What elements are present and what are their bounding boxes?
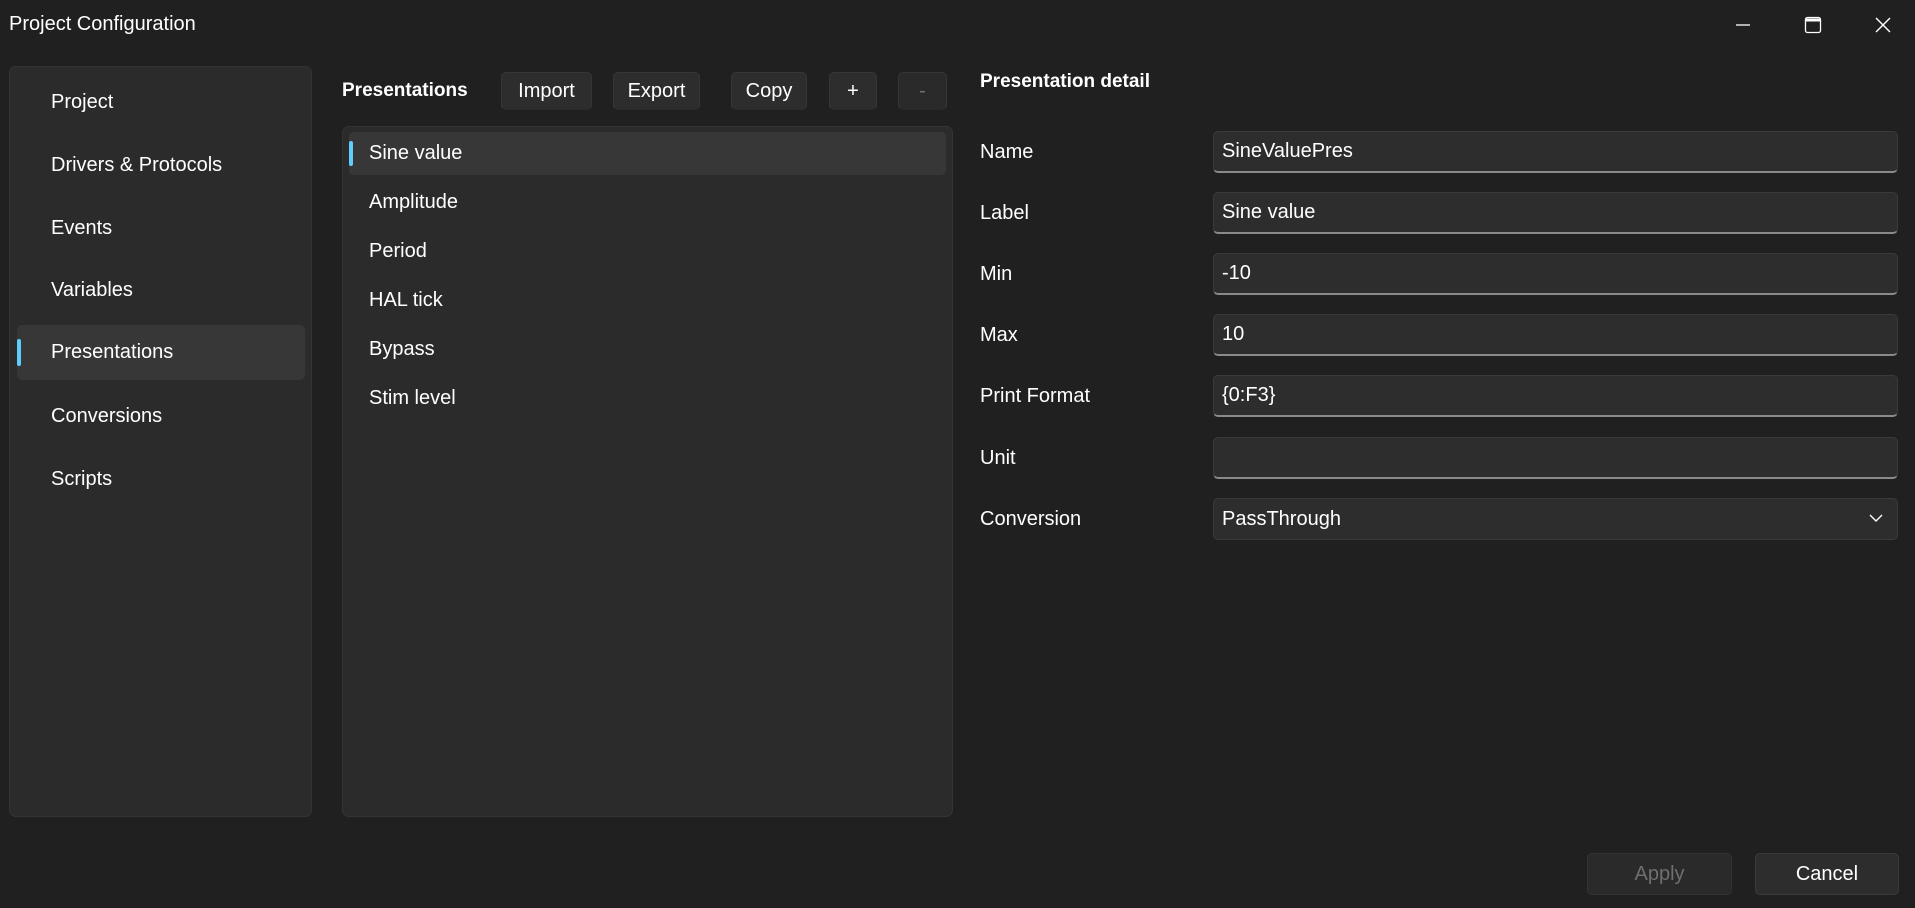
window-title: Project Configuration <box>9 13 196 35</box>
sidebar-item-label: Events <box>51 217 113 239</box>
selection-indicator <box>17 339 21 366</box>
detail-title: Presentation detail <box>980 71 1150 92</box>
sidebar-item-label: Scripts <box>51 468 113 490</box>
sidebar-item-scripts[interactable]: Scripts <box>17 452 305 507</box>
list-item-label: Bypass <box>369 338 435 360</box>
list-item-stim-level[interactable]: Stim level <box>349 377 946 420</box>
sidebar-item-project[interactable]: Project <box>17 75 305 130</box>
minimize-icon <box>1736 24 1750 26</box>
export-button[interactable]: Export <box>613 72 700 110</box>
print-format-field[interactable]: {0:F3} <box>1213 375 1898 417</box>
list-item-sine-value[interactable]: Sine value <box>349 132 946 175</box>
min-field[interactable]: -10 <box>1213 253 1898 295</box>
cancel-button[interactable]: Cancel <box>1755 853 1899 895</box>
min-label: Min <box>980 263 1013 285</box>
name-label: Name <box>980 141 1034 163</box>
list-item-period[interactable]: Period <box>349 230 946 273</box>
list-item-label: Stim level <box>369 387 456 409</box>
title-bar: Project Configuration <box>0 0 1915 50</box>
presentations-list: Sine value Amplitude Period HAL tick Byp… <box>342 126 953 817</box>
maximize-icon <box>1804 16 1822 34</box>
sidebar-item-label: Drivers & Protocols <box>51 154 223 176</box>
maximize-button[interactable] <box>1778 0 1848 50</box>
conversion-label: Conversion <box>980 508 1082 530</box>
add-button[interactable]: + <box>829 72 877 110</box>
sidebar-item-variables[interactable]: Variables <box>17 263 305 318</box>
sidebar-item-presentations[interactable]: Presentations <box>17 325 305 380</box>
list-item-label: Amplitude <box>369 191 458 213</box>
close-button[interactable] <box>1848 0 1915 50</box>
list-item-amplitude[interactable]: Amplitude <box>349 181 946 224</box>
conversion-value: PassThrough <box>1222 507 1341 530</box>
sidebar-item-conversions[interactable]: Conversions <box>17 389 305 444</box>
max-field[interactable]: 10 <box>1213 314 1898 356</box>
sidebar-item-label: Project <box>51 91 114 113</box>
unit-label: Unit <box>980 447 1016 469</box>
presentations-title: Presentations <box>342 80 468 101</box>
remove-button[interactable]: - <box>898 72 947 110</box>
list-item-label: Period <box>369 240 427 262</box>
sidebar-item-label: Conversions <box>51 405 163 427</box>
max-label: Max <box>980 324 1018 346</box>
list-item-hal-tick[interactable]: HAL tick <box>349 279 946 322</box>
copy-button[interactable]: Copy <box>731 72 807 110</box>
chevron-down-icon <box>1869 514 1883 522</box>
label-label: Label <box>980 202 1029 224</box>
sidebar-item-label: Presentations <box>51 341 174 363</box>
list-item-bypass[interactable]: Bypass <box>349 328 946 371</box>
selection-indicator <box>349 141 353 166</box>
list-item-label: HAL tick <box>369 289 443 311</box>
sidebar-item-label: Variables <box>51 279 133 301</box>
close-icon <box>1875 17 1891 33</box>
label-field[interactable]: Sine value <box>1213 192 1898 234</box>
list-item-label: Sine value <box>369 142 463 164</box>
print-format-label: Print Format <box>980 385 1091 407</box>
name-field[interactable]: SineValuePres <box>1213 131 1898 173</box>
apply-button[interactable]: Apply <box>1587 853 1732 895</box>
sidebar-nav: Project Drivers & Protocols Events Varia… <box>9 66 312 817</box>
sidebar-item-events[interactable]: Events <box>17 201 305 256</box>
sidebar-item-drivers-protocols[interactable]: Drivers & Protocols <box>17 138 305 193</box>
import-button[interactable]: Import <box>501 72 592 110</box>
unit-field[interactable] <box>1213 437 1898 479</box>
conversion-select[interactable]: PassThrough <box>1213 498 1898 540</box>
minimize-button[interactable] <box>1708 0 1778 50</box>
